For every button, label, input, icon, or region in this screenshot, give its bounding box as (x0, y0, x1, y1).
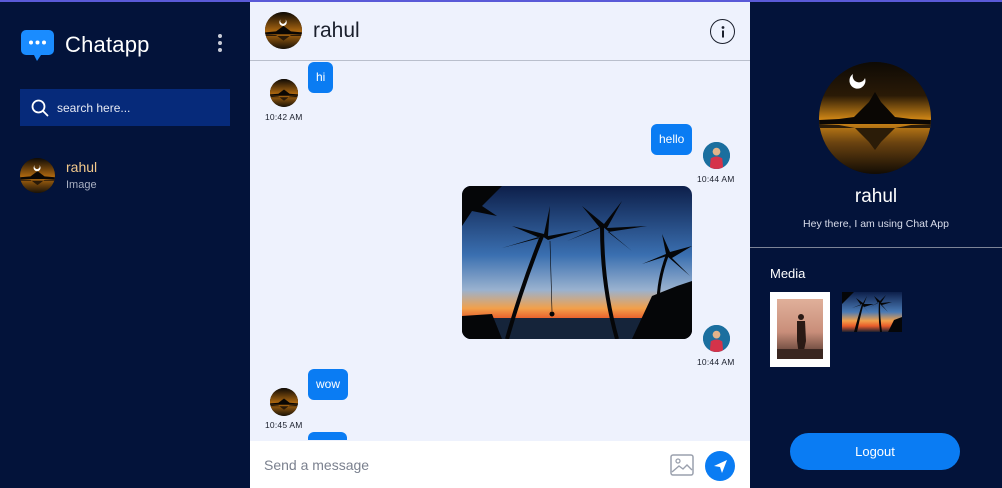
media-thumbnail[interactable] (770, 292, 830, 367)
message-time: 10:44 AM (697, 174, 735, 184)
contact-avatar (20, 157, 55, 193)
send-icon[interactable] (705, 451, 735, 481)
message-bubble[interactable]: hello (651, 124, 693, 155)
search-input[interactable] (57, 100, 217, 115)
message-bubble[interactable]: wow (308, 369, 349, 400)
message-avatar (270, 388, 298, 416)
message-avatar (703, 142, 730, 169)
app-name: Chatapp (65, 31, 150, 57)
chat-title: rahul (313, 19, 360, 42)
profile-panel: rahul Hey there, I am using Chat App Med… (750, 0, 1002, 488)
profile-avatar (819, 62, 931, 174)
message-time: 10:44 AM (697, 357, 735, 367)
message-list[interactable]: hi 10:42 AM hello 10:44 AM 10:44 AM wow … (250, 62, 750, 440)
message-bubble[interactable]: hi (308, 62, 334, 93)
top-accent-line (0, 0, 1002, 2)
brand: Chatapp (20, 27, 150, 62)
message-time: 10:42 AM (265, 112, 303, 122)
chat-bubble-icon (20, 27, 55, 62)
image-icon[interactable] (670, 454, 694, 476)
message-bubble-partial[interactable] (308, 432, 347, 440)
chat-panel: rahul hi 10:42 AM hello 10:44 AM 10:44 A… (250, 0, 750, 488)
kebab-menu-icon[interactable] (212, 32, 228, 54)
info-icon[interactable] (710, 19, 735, 44)
logout-button[interactable]: Logout (790, 433, 960, 470)
message-time: 10:45 AM (265, 420, 303, 430)
profile-status: Hey there, I am using Chat App (803, 218, 949, 230)
search-icon (31, 99, 49, 116)
message-avatar (703, 325, 730, 352)
media-title: Media (770, 266, 806, 281)
message-composer (250, 441, 750, 488)
chat-header: rahul (250, 0, 750, 61)
media-thumbnail[interactable] (842, 292, 902, 332)
profile-name: rahul (854, 186, 898, 207)
search-bar[interactable] (20, 89, 230, 126)
message-image[interactable] (462, 186, 692, 339)
contact-name: rahul (66, 159, 98, 175)
message-avatar (270, 79, 298, 107)
message-input[interactable] (264, 453, 644, 477)
contact-item[interactable]: rahul Image (20, 155, 230, 195)
divider (750, 247, 1002, 248)
contact-last-message: Image (66, 179, 97, 191)
sidebar: Chatapp rahul Image (0, 0, 250, 488)
chat-header-avatar[interactable] (265, 12, 302, 49)
